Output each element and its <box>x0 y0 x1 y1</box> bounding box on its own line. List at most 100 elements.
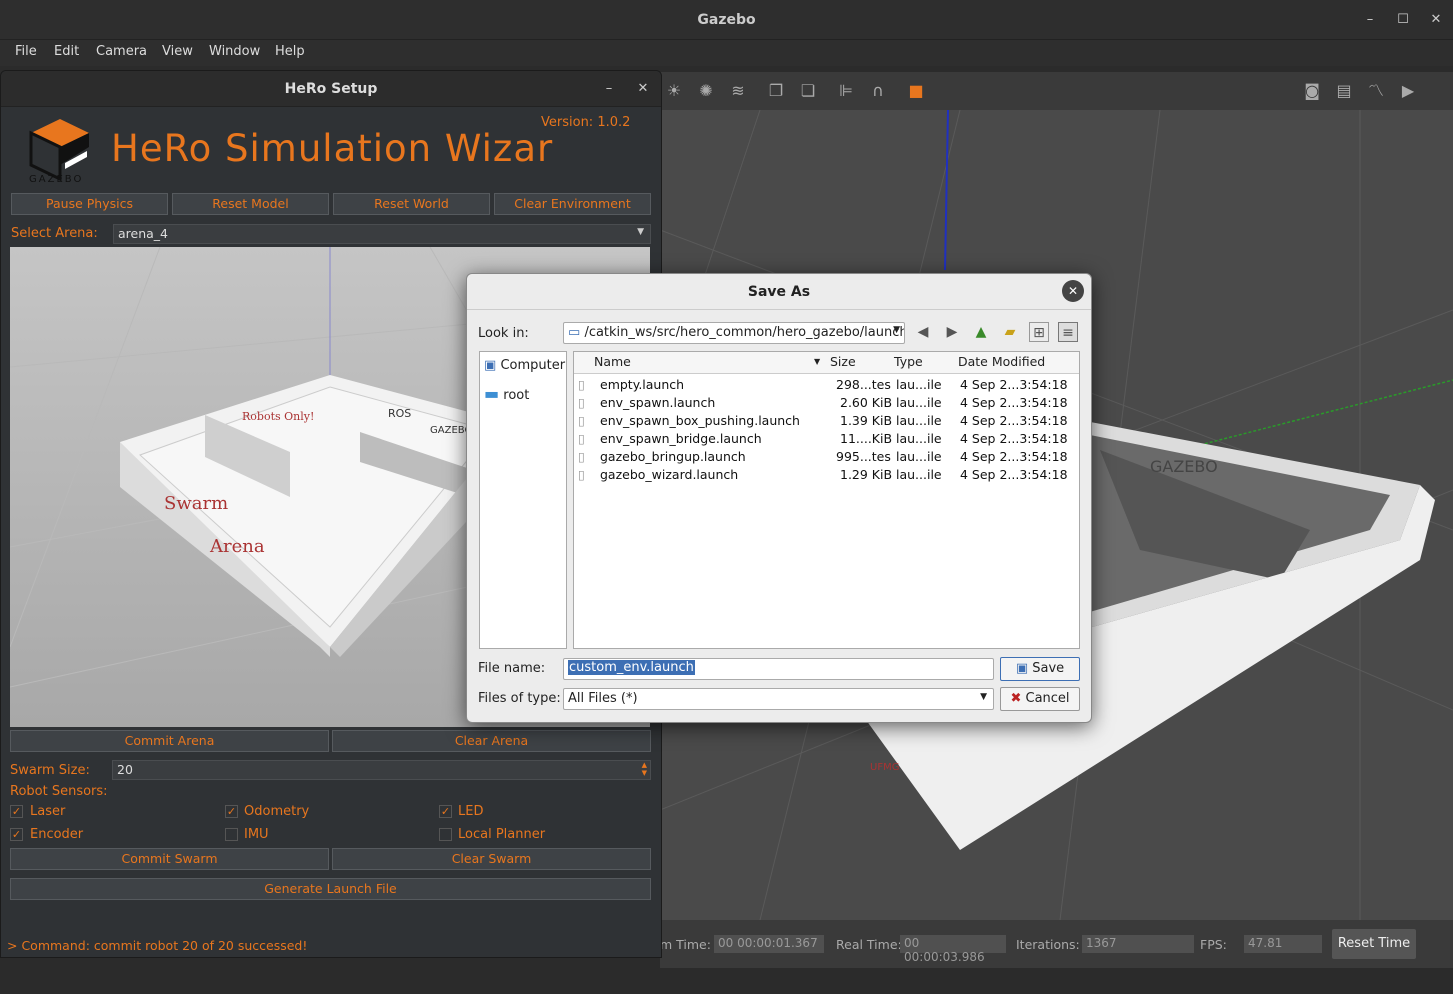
file-row[interactable]: ▯ gazebo_bringup.launch 995...tes lau...… <box>578 448 1078 466</box>
file-icon: ▯ <box>578 413 585 428</box>
iterations-label: Iterations: <box>1016 937 1080 952</box>
column-size[interactable]: Size <box>830 354 856 372</box>
arena-robots-only-text: Robots Only! <box>242 410 314 423</box>
menu-camera[interactable]: Camera <box>96 44 147 59</box>
status-footer <box>0 968 1453 994</box>
clear-environment-button[interactable]: Clear Environment <box>494 193 651 215</box>
log-icon[interactable]: ▤ <box>1334 81 1354 101</box>
column-type[interactable]: Type <box>894 354 923 372</box>
commit-arena-button[interactable]: Commit Arena <box>10 730 329 752</box>
file-size: 298...tes <box>836 377 891 392</box>
look-in-combo[interactable]: ▭ /catkin_ws/src/hero_common/hero_gazebo… <box>563 322 905 344</box>
menu-edit[interactable]: Edit <box>54 44 79 59</box>
swarm-size-spinbox[interactable]: 20 ▲ ▼ <box>112 760 651 780</box>
back-icon[interactable]: ◀ <box>913 322 933 342</box>
dialog-close-icon[interactable]: ✕ <box>1062 280 1084 302</box>
file-type-select[interactable]: All Files (*) ▼ <box>563 688 994 710</box>
check-icon: ✓ <box>11 828 22 841</box>
column-name[interactable]: Name <box>594 354 631 372</box>
arena-select[interactable]: arena_4 ▼ <box>113 224 651 244</box>
local-planner-checkbox[interactable] <box>439 828 452 841</box>
file-row[interactable]: ▯ env_spawn_box_pushing.launch 1.39 KiB … <box>578 412 1078 430</box>
menu-file[interactable]: File <box>15 44 37 59</box>
file-list: Name ▼ Size Type Date Modified ▯ empty.l… <box>573 351 1080 649</box>
new-folder-icon[interactable]: ▰ <box>1000 322 1020 342</box>
close-icon[interactable]: ✕ <box>1426 10 1446 30</box>
clear-arena-button[interactable]: Clear Arena <box>332 730 651 752</box>
file-size: 2.60 KiB <box>840 395 893 410</box>
spot-light-icon[interactable]: ✺ <box>696 81 716 101</box>
file-date: 4 Sep 2...3:54:18 <box>960 449 1068 464</box>
places-sidebar: ▣ Computer ▬ root <box>479 351 567 649</box>
clear-swarm-button[interactable]: Clear Swarm <box>332 848 651 870</box>
spin-arrows-icon[interactable]: ▲ ▼ <box>642 761 647 777</box>
detail-view-icon[interactable]: ≡ <box>1058 322 1078 342</box>
maximize-icon[interactable]: ☐ <box>1393 10 1413 30</box>
column-date[interactable]: Date Modified <box>958 354 1045 372</box>
menu-view[interactable]: View <box>162 44 193 59</box>
forward-icon[interactable]: ▶ <box>942 322 962 342</box>
led-checkbox[interactable]: ✓ <box>439 805 452 818</box>
file-date: 4 Sep 2...3:54:18 <box>960 431 1068 446</box>
directional-light-icon[interactable]: ≋ <box>728 81 748 101</box>
arena-swarm-text: Swarm <box>164 493 228 514</box>
sidebar-item-label: Computer <box>500 358 566 373</box>
hero-minimize-icon[interactable]: – <box>599 79 619 99</box>
minimize-icon[interactable]: – <box>1360 10 1380 30</box>
sun-light-icon[interactable]: ☀ <box>664 81 684 101</box>
align-icon[interactable]: ⊫ <box>836 81 856 101</box>
reset-world-button[interactable]: Reset World <box>333 193 490 215</box>
laser-checkbox[interactable]: ✓ <box>10 805 23 818</box>
look-in-path: /catkin_ws/src/hero_common/hero_gazebo/l… <box>584 325 905 340</box>
paste-icon[interactable]: ❏ <box>798 81 818 101</box>
odometry-checkbox[interactable]: ✓ <box>225 805 238 818</box>
file-type: lau...ile <box>896 431 942 446</box>
time-bar: m Time: 00 00:00:01.367 Real Time: 00 00… <box>660 920 1453 968</box>
check-icon: ✓ <box>226 805 237 818</box>
cancel-button[interactable]: ✖ Cancel <box>1000 687 1080 711</box>
file-icon: ▯ <box>578 467 585 482</box>
view-angle-icon[interactable]: ■ <box>906 81 926 101</box>
save-button[interactable]: ▣ Save <box>1000 657 1080 681</box>
main-titlebar: Gazebo – ☐ ✕ <box>0 0 1453 40</box>
plot-icon[interactable]: 〽 <box>1366 81 1386 101</box>
sidebar-item-root[interactable]: ▬ root <box>484 384 529 403</box>
screenshot-icon[interactable]: ◙ <box>1302 81 1322 101</box>
file-row[interactable]: ▯ env_spawn.launch 2.60 KiB lau...ile 4 … <box>578 394 1078 412</box>
file-name-value: custom_env.launch <box>568 660 695 675</box>
reset-time-button[interactable]: Reset Time <box>1332 929 1416 959</box>
parent-directory-icon[interactable]: ▲ <box>971 322 991 342</box>
sidebar-item-computer[interactable]: ▣ Computer <box>484 358 565 373</box>
commit-swarm-button[interactable]: Commit Swarm <box>10 848 329 870</box>
video-record-icon[interactable]: ▶ <box>1398 81 1418 101</box>
file-icon: ▯ <box>578 395 585 410</box>
pause-physics-button[interactable]: Pause Physics <box>11 193 168 215</box>
real-time-value: 00 00:00:03.986 <box>900 935 1006 964</box>
copy-icon[interactable]: ❐ <box>766 81 786 101</box>
menu-window[interactable]: Window <box>209 44 260 59</box>
file-name: gazebo_bringup.launch <box>600 449 746 464</box>
file-type: lau...ile <box>896 377 942 392</box>
folder-icon: ▬ <box>484 384 500 403</box>
snap-icon[interactable]: ∩ <box>868 81 888 101</box>
file-row[interactable]: ▯ gazebo_wizard.launch 1.29 KiB lau...il… <box>578 466 1078 484</box>
list-view-icon[interactable]: ⊞ <box>1029 322 1049 342</box>
encoder-checkbox[interactable]: ✓ <box>10 828 23 841</box>
fps-value: 47.81 <box>1244 935 1322 953</box>
file-name-input[interactable]: custom_env.launch <box>563 658 994 680</box>
window-title: Gazebo <box>697 12 756 28</box>
check-icon: ✓ <box>11 805 22 818</box>
hero-close-icon[interactable]: ✕ <box>633 79 653 99</box>
imu-checkbox[interactable] <box>225 828 238 841</box>
generate-launch-file-button[interactable]: Generate Launch File <box>10 878 651 900</box>
laser-label: Laser <box>30 804 66 819</box>
file-size: 11....KiB <box>840 431 893 446</box>
reset-model-button[interactable]: Reset Model <box>172 193 329 215</box>
scene-gazebo-text: GAZEBO <box>1150 457 1218 476</box>
chevron-down-icon: ▼ <box>893 325 900 335</box>
menu-help[interactable]: Help <box>275 44 305 59</box>
file-date: 4 Sep 2...3:54:18 <box>960 467 1068 482</box>
file-row[interactable]: ▯ empty.launch 298...tes lau...ile 4 Sep… <box>578 376 1078 394</box>
file-icon: ▯ <box>578 377 585 392</box>
file-row[interactable]: ▯ env_spawn_bridge.launch 11....KiB lau.… <box>578 430 1078 448</box>
